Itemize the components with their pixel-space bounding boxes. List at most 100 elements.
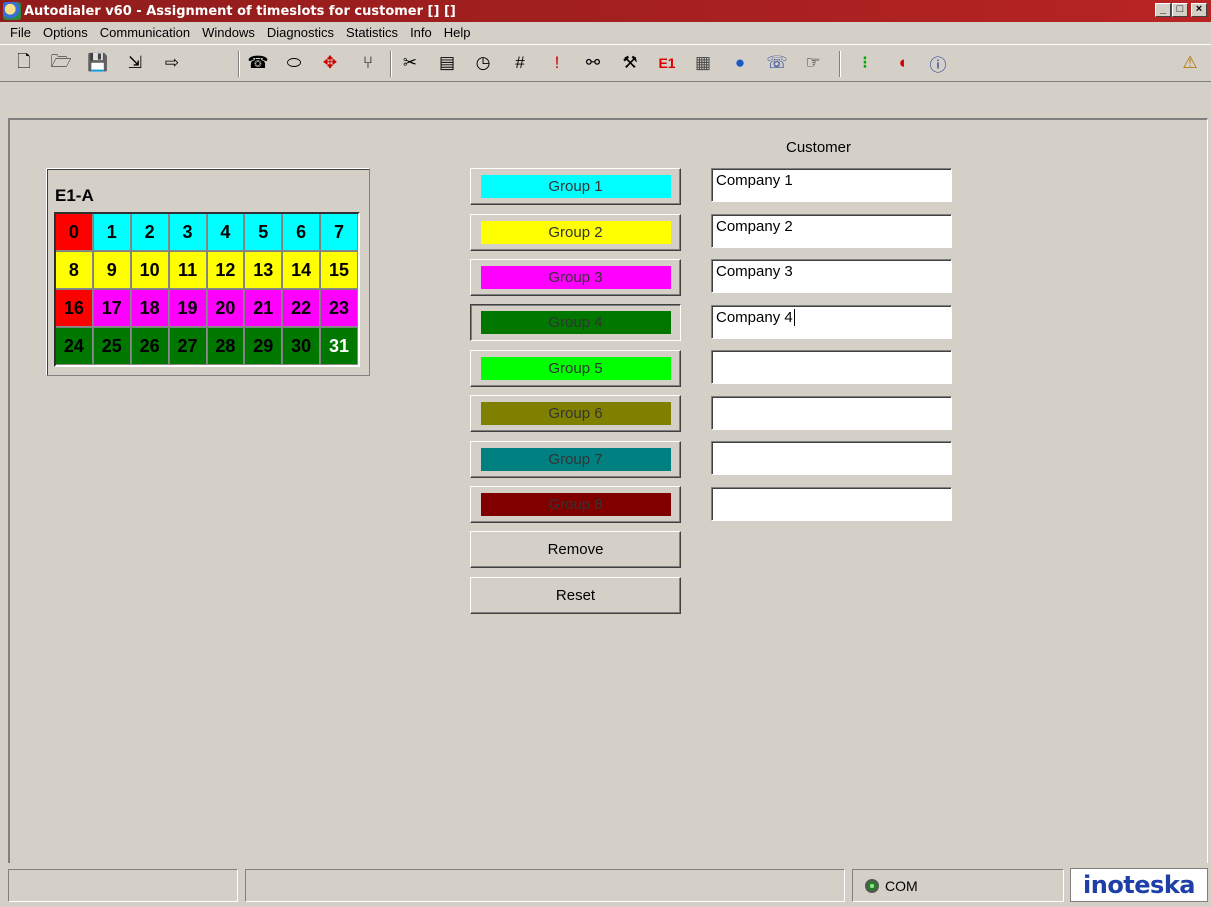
timeslot-cell[interactable]: 28 xyxy=(207,328,245,365)
cut-icon[interactable]: ✂ xyxy=(398,51,422,75)
customer-field-3[interactable]: Company 3 xyxy=(711,259,952,293)
timeslot-cell[interactable]: 27 xyxy=(169,328,207,365)
close-button[interactable]: × xyxy=(1191,3,1207,17)
save-icon[interactable]: 💾 xyxy=(86,51,110,75)
timeslot-cell[interactable]: 21 xyxy=(245,290,283,327)
menu-diagnostics[interactable]: Diagnostics xyxy=(261,25,340,40)
e1-panel: E1-A 0 1 2 3 4 5 6 7 8 9 10 11 12 13 14 15 16 17 18 19 20 21 2… xyxy=(46,168,370,376)
status-pane-2 xyxy=(245,869,845,902)
import-icon[interactable]: ⇲ xyxy=(123,51,147,75)
timeslot-cell[interactable]: 29 xyxy=(245,328,283,365)
timer-icon[interactable]: ◷ xyxy=(471,51,495,75)
customer-field-1[interactable]: Company 1 xyxy=(711,168,952,202)
timeslot-cell[interactable]: 6 xyxy=(283,214,321,251)
menu-file[interactable]: File xyxy=(4,25,37,40)
remove-button[interactable]: Remove xyxy=(470,531,681,568)
link-icon[interactable]: ⚯ xyxy=(581,51,605,75)
group-3-button[interactable]: Group 3 xyxy=(470,259,681,296)
com-label: COM xyxy=(885,877,918,894)
sound-icon[interactable]: ◖ xyxy=(890,51,914,75)
timeslot-cell[interactable]: 25 xyxy=(93,328,131,365)
timeslot-cell[interactable]: 18 xyxy=(131,290,169,327)
calendar-icon[interactable]: ▦ xyxy=(691,51,715,75)
menu-info[interactable]: Info xyxy=(404,25,438,40)
menu-communication[interactable]: Communication xyxy=(94,25,196,40)
timeslot-cell[interactable]: 14 xyxy=(283,252,321,289)
timeslot-cell[interactable]: 4 xyxy=(207,214,245,251)
globe-icon[interactable]: ● xyxy=(728,51,752,75)
number-icon[interactable]: # xyxy=(508,51,532,75)
group-8-button[interactable]: Group 8 xyxy=(470,486,681,523)
brand-logo: inoteska xyxy=(1070,868,1208,902)
group-8-swatch: Group 8 xyxy=(480,493,671,516)
group-7-button[interactable]: Group 7 xyxy=(470,441,681,478)
cli-phone-icon[interactable]: ☏ xyxy=(765,51,789,75)
connector-icon[interactable]: ⑂ xyxy=(356,51,380,75)
tools-icon[interactable]: ⚒ xyxy=(618,51,642,75)
timeslot-cell[interactable]: 10 xyxy=(131,252,169,289)
timeslot-cell[interactable]: 5 xyxy=(245,214,283,251)
customer-field-2[interactable]: Company 2 xyxy=(711,214,952,248)
remove-label: Remove xyxy=(547,541,604,558)
e1-label: E1-A xyxy=(55,186,94,205)
export-icon[interactable]: ⇨ xyxy=(160,51,184,75)
timeslot-cell[interactable]: 13 xyxy=(245,252,283,289)
new-document-icon[interactable]: 🗋 xyxy=(12,51,36,75)
timeslot-cell[interactable]: 7 xyxy=(321,214,358,251)
timeslot-cell[interactable]: 2 xyxy=(131,214,169,251)
customer-field-8[interactable] xyxy=(711,487,952,521)
timeslot-cell[interactable]: 1 xyxy=(93,214,131,251)
info-icon[interactable]: ⓘ xyxy=(926,51,950,75)
customer-field-6[interactable] xyxy=(711,396,952,430)
group-6-button[interactable]: Group 6 xyxy=(470,395,681,432)
reset-button[interactable]: Reset xyxy=(470,577,681,614)
menu-windows[interactable]: Windows xyxy=(196,25,261,40)
timeslot-cell[interactable]: 30 xyxy=(283,328,321,365)
minimize-button[interactable]: _ xyxy=(1155,3,1171,17)
timeslot-cell[interactable]: 23 xyxy=(321,290,358,327)
timeslot-cell[interactable]: 11 xyxy=(169,252,207,289)
timeslot-cell[interactable]: 16 xyxy=(56,290,93,327)
timeslot-grid: 0 1 2 3 4 5 6 7 8 9 10 11 12 13 14 15 16 17 18 19 20 21 22 23 24… xyxy=(54,212,360,367)
document-list-icon[interactable]: ▤ xyxy=(435,51,459,75)
timeslot-cell[interactable]: 20 xyxy=(207,290,245,327)
customer-field-5[interactable] xyxy=(711,350,952,384)
move-icon[interactable]: ✥ xyxy=(318,51,342,75)
toolbar: 🗋 🗁 💾 ⇲ ⇨ ☎ ⬭ ✥ ⑂ ✂ ▤ ◷ # ! ⚯ ⚒ E1 ▦ ● ☏… xyxy=(0,44,1211,82)
timeslot-cell[interactable]: 8 xyxy=(56,252,93,289)
menu-bar: File Options Communication Windows Diagn… xyxy=(0,22,1211,42)
customer-field-7[interactable] xyxy=(711,441,952,475)
e1-icon[interactable]: E1 xyxy=(655,51,679,75)
chip-icon[interactable]: ⬭ xyxy=(282,51,306,75)
menu-statistics[interactable]: Statistics xyxy=(340,25,404,40)
group-2-button[interactable]: Group 2 xyxy=(470,214,681,251)
menu-help[interactable]: Help xyxy=(438,25,477,40)
group-5-button[interactable]: Group 5 xyxy=(470,350,681,387)
timeslot-cell[interactable]: 22 xyxy=(283,290,321,327)
timeslot-cell[interactable]: 19 xyxy=(169,290,207,327)
timeslot-cell[interactable]: 24 xyxy=(56,328,93,365)
menu-options[interactable]: Options xyxy=(37,25,94,40)
timeslot-cell[interactable]: 12 xyxy=(207,252,245,289)
timeslot-cell[interactable]: 31 xyxy=(321,328,358,365)
timeslot-cell[interactable]: 17 xyxy=(93,290,131,327)
traffic-light-icon[interactable]: ⁝ xyxy=(853,51,877,75)
pointer-icon[interactable]: ☞ xyxy=(801,51,825,75)
group-1-button[interactable]: Group 1 xyxy=(470,168,681,205)
alert-icon[interactable]: ! xyxy=(545,51,569,75)
customer-field-4[interactable]: Company 4 xyxy=(711,305,952,339)
maximize-button[interactable]: □ xyxy=(1172,3,1188,17)
timeslot-cell[interactable]: 0 xyxy=(56,214,93,251)
window-title: Autodialer v60 - Assignment of timeslots… xyxy=(24,3,456,19)
group-5-swatch: Group 5 xyxy=(480,357,671,380)
group-4-button[interactable]: Group 4 xyxy=(470,304,681,341)
phone-icon[interactable]: ☎ xyxy=(246,51,270,75)
timeslot-cell[interactable]: 15 xyxy=(321,252,358,289)
title-bar: Autodialer v60 - Assignment of timeslots… xyxy=(0,0,1211,22)
help-icon[interactable]: ⚠ xyxy=(1178,51,1202,75)
open-folder-icon[interactable]: 🗁 xyxy=(49,51,73,75)
timeslot-cell[interactable]: 26 xyxy=(131,328,169,365)
customer-header: Customer xyxy=(786,139,852,156)
timeslot-cell[interactable]: 9 xyxy=(93,252,131,289)
timeslot-cell[interactable]: 3 xyxy=(169,214,207,251)
